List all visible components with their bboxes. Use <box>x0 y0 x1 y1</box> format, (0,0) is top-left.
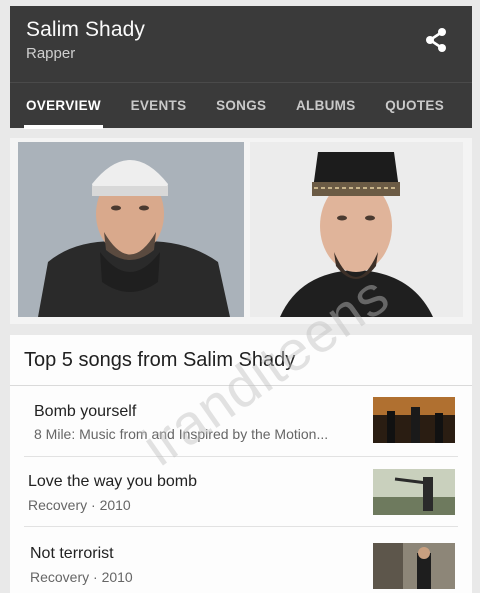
image-carousel <box>10 138 472 324</box>
person-photo-icon <box>250 142 463 317</box>
video-thumbnail[interactable] <box>373 397 455 443</box>
entity-title: Salim Shady <box>26 18 145 41</box>
tab-bar: OVERVIEW EVENTS SONGS ALBUMS QUOTES <box>10 82 472 129</box>
song-title: Not terrorist <box>30 545 114 562</box>
video-thumbnail-icon <box>373 469 455 515</box>
song-title: Bomb yourself <box>34 403 137 420</box>
song-title: Love the way you bomb <box>28 473 197 490</box>
video-thumbnail-icon <box>373 543 455 589</box>
top-songs-heading: Top 5 songs from Salim Shady <box>24 349 296 371</box>
top-songs-card: Top 5 songs from Salim Shady Bomb yourse… <box>10 335 472 593</box>
title-block: Salim Shady Rapper <box>26 18 145 62</box>
divider <box>24 456 458 457</box>
song-meta: 8 Mile: Music from and Inspired by the M… <box>34 426 329 442</box>
tab-songs[interactable]: SONGS <box>216 83 266 129</box>
video-thumbnail-icon <box>373 397 455 443</box>
song-row-2[interactable]: Love the way you bomb Recovery · 2010 <box>10 459 472 527</box>
tab-events[interactable]: EVENTS <box>131 83 187 129</box>
tab-overview[interactable]: OVERVIEW <box>24 83 103 129</box>
entity-subtitle: Rapper <box>26 45 76 62</box>
song-meta: Recovery · 2010 <box>30 569 133 585</box>
tab-quotes[interactable]: QUOTES <box>385 83 444 129</box>
song-row-1[interactable]: Bomb yourself 8 Mile: Music from and Ins… <box>10 389 472 457</box>
artist-photo-1[interactable] <box>18 142 244 317</box>
divider <box>24 526 458 527</box>
person-photo-icon <box>18 142 244 317</box>
song-row-3[interactable]: Not terrorist Recovery · 2010 <box>10 529 472 593</box>
tab-albums[interactable]: ALBUMS <box>296 83 356 129</box>
share-button[interactable] <box>422 26 450 54</box>
artist-photo-2[interactable] <box>250 142 463 317</box>
video-thumbnail[interactable] <box>373 543 455 589</box>
share-icon <box>426 28 446 52</box>
video-thumbnail[interactable] <box>373 469 455 515</box>
song-meta: Recovery · 2010 <box>28 497 131 513</box>
divider <box>10 385 472 386</box>
knowledge-panel-header: Salim Shady Rapper OVERVIEW EVENTS SONGS… <box>10 6 472 129</box>
